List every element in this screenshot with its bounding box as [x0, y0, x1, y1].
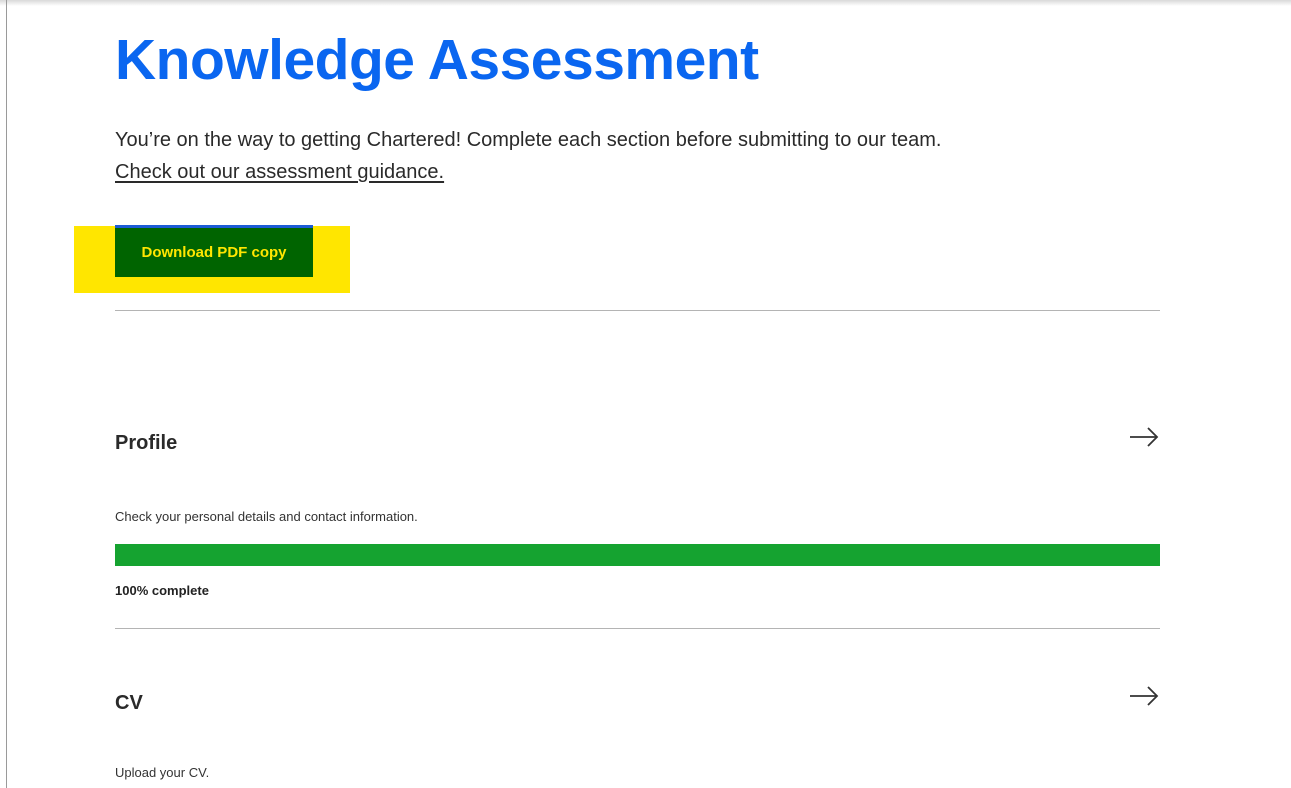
section-title-profile[interactable]: Profile [115, 432, 177, 455]
left-border [6, 0, 7, 788]
section-title-cv[interactable]: CV [115, 692, 143, 715]
arrow-right-icon[interactable] [1128, 684, 1160, 708]
section-description-cv: Upload your CV. [115, 765, 210, 780]
progress-bar-profile [115, 544, 1160, 566]
assessment-guidance-link[interactable]: Check out our assessment guidance. [115, 161, 444, 183]
download-pdf-button[interactable]: Download PDF copy [115, 228, 313, 277]
progress-label-profile: 100% complete [115, 583, 209, 598]
arrow-right-icon[interactable] [1128, 425, 1160, 449]
progress-fill-profile [115, 544, 1160, 566]
intro-paragraph: You’re on the way to getting Chartered! … [115, 124, 1115, 188]
divider [115, 628, 1160, 629]
top-shadow [0, 0, 1291, 6]
intro-text: You’re on the way to getting Chartered! … [115, 129, 942, 151]
section-description-profile: Check your personal details and contact … [115, 509, 418, 524]
page-title: Knowledge Assessment [115, 28, 759, 92]
divider [115, 310, 1160, 311]
page-viewport: Knowledge Assessment You’re on the way t… [0, 0, 1291, 788]
